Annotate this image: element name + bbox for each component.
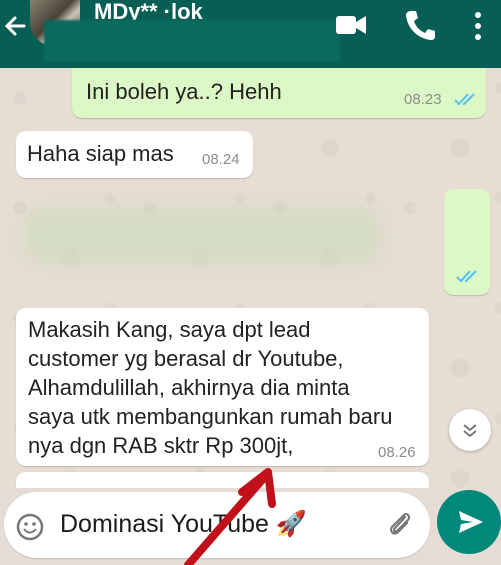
- double-chevron-down-icon: [463, 424, 477, 438]
- message-bubble-outgoing[interactable]: Ini boleh ya..? Hehh 08.23: [72, 68, 486, 118]
- message-text: Haha siap mas: [27, 141, 174, 166]
- send-icon: [459, 511, 483, 533]
- phone-icon[interactable]: [404, 8, 436, 42]
- redaction-overlay: [44, 20, 340, 62]
- chat-area[interactable]: Ini boleh ya..? Hehh 08.23 Haha siap mas…: [0, 68, 501, 488]
- send-button[interactable]: [437, 490, 501, 554]
- blurred-region: [22, 208, 382, 264]
- read-ticks-icon: [456, 270, 477, 283]
- attachment-icon[interactable]: [384, 508, 416, 540]
- message-time: 08.26: [378, 444, 416, 461]
- message-input-text: Dominasi YouTube 🚀: [60, 510, 307, 539]
- read-ticks-icon: [454, 93, 475, 106]
- message-bubble-outgoing-redacted[interactable]: [444, 189, 490, 295]
- message-line: customer yg berasal dr Youtube,: [28, 346, 344, 371]
- message-time: 08.24: [202, 151, 240, 168]
- message-line: Alhamdulillah, akhirnya dia minta: [28, 375, 350, 400]
- composer-bar: Dominasi YouTube 🚀: [0, 488, 501, 565]
- contact-name[interactable]: MDy** ·lok: [94, 0, 203, 20]
- scroll-down-button[interactable]: [449, 409, 491, 451]
- emoji-icon[interactable]: [16, 513, 44, 541]
- message-time: 08.23: [404, 91, 442, 108]
- message-text: Ini boleh ya..? Hehh: [86, 79, 282, 104]
- message-line: saya utk membangunkan rumah baru: [28, 404, 393, 429]
- message-line: nya dgn RAB sktr Rp 300jt,: [28, 433, 294, 458]
- message-line: Makasih Kang, saya dpt lead: [28, 317, 311, 342]
- message-bubble-incoming-partial[interactable]: [16, 472, 429, 488]
- video-call-icon[interactable]: [334, 12, 368, 38]
- message-bubble-incoming[interactable]: Makasih Kang, saya dpt lead customer yg …: [16, 308, 429, 466]
- back-arrow-icon[interactable]: [2, 8, 30, 44]
- message-bubble-incoming[interactable]: Haha siap mas 08.24: [16, 131, 253, 178]
- message-draft: Dominasi YouTube: [60, 510, 269, 538]
- chat-header: MDy** ·lok: [0, 0, 501, 68]
- rocket-emoji: 🚀: [275, 510, 308, 538]
- more-vert-icon[interactable]: [472, 10, 484, 42]
- message-input[interactable]: Dominasi YouTube 🚀: [4, 492, 430, 558]
